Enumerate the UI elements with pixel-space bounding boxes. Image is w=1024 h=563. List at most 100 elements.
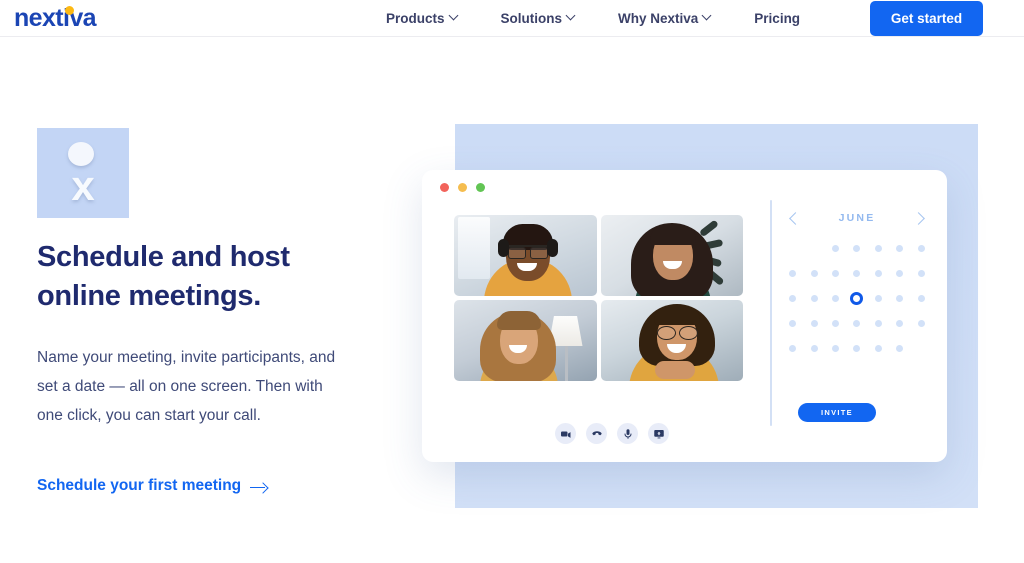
calendar-day-cell[interactable] [889,342,910,354]
calendar-day-dot[interactable] [832,319,840,327]
person-body-x-shape: x [71,162,95,209]
calendar-day-dot[interactable] [917,319,925,327]
calendar-day-dot[interactable] [810,269,818,277]
nav-item-why-nextiva[interactable]: Why Nextiva [597,0,733,37]
calendar-day-dot[interactable] [874,294,882,302]
video-camera-icon [560,431,570,438]
calendar-day-cell[interactable] [868,292,889,304]
chevron-down-icon [703,12,712,21]
participant-tile[interactable] [600,215,743,296]
nav-label: Pricing [754,11,801,26]
screen-share-button[interactable] [648,423,669,444]
calendar-day-dot[interactable] [874,244,882,252]
chevron-right-icon[interactable] [913,211,927,225]
calendar-day-cell[interactable] [846,242,867,254]
maximize-window-dot-icon[interactable] [476,183,485,192]
participant-video-grid [454,215,743,381]
calendar-day-cell[interactable] [846,317,867,329]
calendar-day-cell[interactable] [911,267,932,279]
calendar-day-dot[interactable] [896,344,904,352]
calendar-day-cell[interactable] [846,267,867,279]
calendar-empty-cell [803,242,824,254]
calendar-day-cell[interactable] [825,317,846,329]
calendar-day-cell[interactable] [911,292,932,304]
calendar-day-cell[interactable] [782,342,803,354]
calendar-day-dot[interactable] [853,269,861,277]
invite-button[interactable]: INVITE [798,403,876,422]
calendar-day-cell[interactable] [782,317,803,329]
nav-item-solutions[interactable]: Solutions [480,0,598,37]
calendar-day-cell[interactable] [825,267,846,279]
calendar-day-dot[interactable] [810,319,818,327]
calendar-day-cell[interactable] [868,317,889,329]
nav-item-pricing[interactable]: Pricing [733,0,821,37]
logo-text: nextiva [14,4,97,32]
chevron-left-icon[interactable] [787,211,801,225]
video-camera-button[interactable] [555,423,576,444]
participant-tile[interactable] [600,300,743,381]
calendar-day-cell[interactable] [911,242,932,254]
calendar-day-dot[interactable] [832,269,840,277]
participant-tile[interactable] [454,300,597,381]
close-window-dot-icon[interactable] [440,183,449,192]
nav-label: Products [386,11,445,26]
calendar-day-dot[interactable] [853,319,861,327]
calendar-day-cell[interactable] [803,267,824,279]
calendar-day-cell[interactable] [868,342,889,354]
calendar-day-dot[interactable] [832,244,840,252]
calendar-day-cell[interactable] [803,317,824,329]
calendar-day-cell[interactable] [803,292,824,304]
calendar-day-dot[interactable] [789,319,797,327]
calendar-day-dot[interactable] [832,344,840,352]
calendar-day-dot[interactable] [810,344,818,352]
calendar-day-dot[interactable] [853,244,861,252]
calendar-day-dot[interactable] [896,294,904,302]
calendar-day-cell[interactable] [825,242,846,254]
minimize-window-dot-icon[interactable] [458,183,467,192]
microphone-button[interactable] [617,423,638,444]
calendar-day-dot[interactable] [789,294,797,302]
calendar-day-dot[interactable] [896,269,904,277]
calendar-day-cell[interactable] [889,292,910,304]
calendar-selected-day-dot[interactable] [850,291,864,305]
calendar-day-cell[interactable] [868,267,889,279]
calendar-day-dot[interactable] [874,344,882,352]
calendar-day-dot[interactable] [896,319,904,327]
calendar-day-cell[interactable] [846,342,867,354]
calendar-day-dot[interactable] [810,294,818,302]
calendar-day-cell[interactable] [825,292,846,304]
calendar-day-grid [782,242,932,354]
logo-dot-icon [65,6,74,15]
calendar-day-cell[interactable] [782,292,803,304]
calendar-day-dot[interactable] [874,319,882,327]
hero-description: Name your meeting, invite participants, … [37,349,336,424]
calendar-day-cell[interactable] [889,267,910,279]
calendar-day-dot[interactable] [917,294,925,302]
calendar-day-dot[interactable] [832,294,840,302]
calendar-day-cell[interactable] [889,317,910,329]
page-title: Schedule and host online meetings. [37,241,290,312]
calendar-day-cell[interactable] [825,342,846,354]
main-navigation: Products Solutions Why Nextiva Pricing [365,0,821,37]
schedule-first-meeting-link[interactable]: Schedule your first meeting [37,477,267,495]
calendar-day-cell[interactable] [846,291,867,305]
calendar-day-cell[interactable] [782,267,803,279]
calendar-day-dot[interactable] [789,269,797,277]
calendar-day-dot[interactable] [789,344,797,352]
calendar-day-cell[interactable] [911,317,932,329]
calendar-day-cell[interactable] [889,242,910,254]
get-started-button[interactable]: Get started [870,1,983,36]
calendar-day-dot[interactable] [874,269,882,277]
calendar-day-cell[interactable] [803,342,824,354]
calendar-day-dot[interactable] [917,269,925,277]
calendar-day-dot[interactable] [896,244,904,252]
participant-tile[interactable] [454,215,597,296]
calendar-day-dot[interactable] [853,344,861,352]
calendar-day-dot[interactable] [917,244,925,252]
hangup-button[interactable] [586,423,607,444]
nav-label: Solutions [500,11,563,26]
nextiva-logo[interactable]: nextiva [14,4,97,32]
nav-item-products[interactable]: Products [365,0,480,37]
calendar-day-cell[interactable] [868,242,889,254]
call-controls-bar [555,423,669,444]
